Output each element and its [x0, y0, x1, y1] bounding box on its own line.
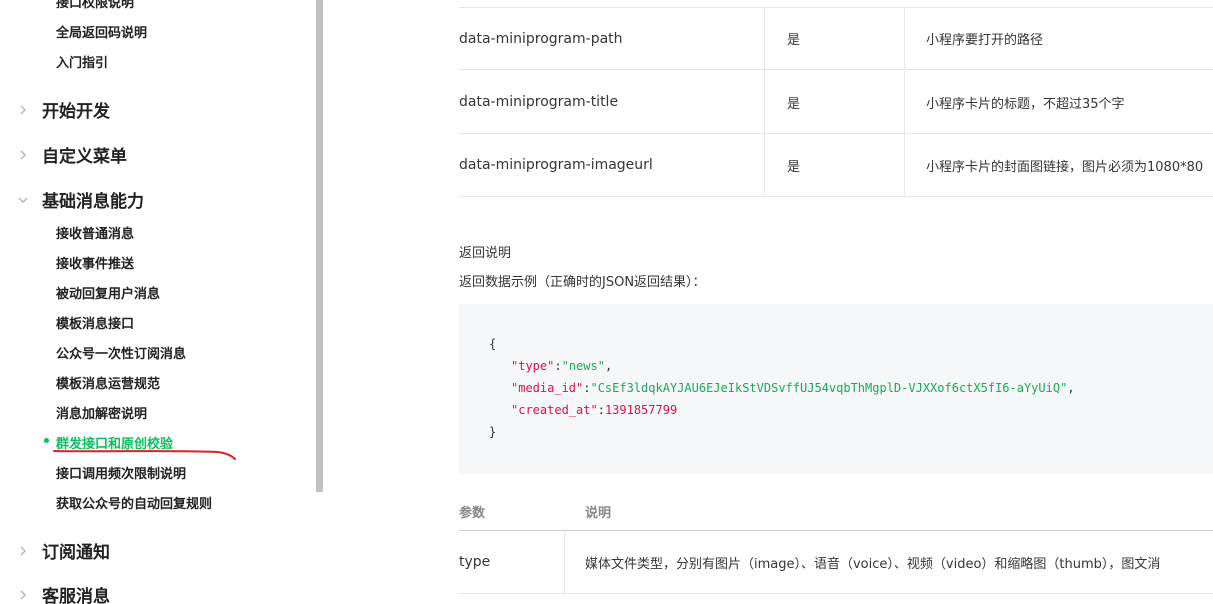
code-sep: : [554, 359, 562, 373]
code-sep: : [597, 403, 605, 417]
sidebar: 接口权限说明 全局返回码说明 入门指引 开始开发 自定义菜单 基础消息能力 接收… [0, 0, 316, 604]
active-indicator-dot [44, 438, 49, 443]
column-header-desc: 说明 [585, 506, 612, 521]
sidebar-category-basic-message[interactable]: 基础消息能力 [16, 187, 144, 212]
param-desc: 小程序卡片的标题，不超过35个字 [926, 96, 1125, 112]
json-code-block: { "type":"news", "media_id":"CsEf3ldqkAY… [459, 304, 1213, 474]
sidebar-category-customer-service[interactable]: 客服消息 [16, 582, 110, 604]
sidebar-category-label: 客服消息 [42, 587, 110, 604]
chevron-right-icon [16, 148, 30, 162]
table-row: data-miniprogram-path 是 小程序要打开的路径 [459, 7, 1213, 70]
param-name: data-miniprogram-imageurl [459, 134, 765, 196]
sidebar-category-subscribe-notify[interactable]: 订阅通知 [16, 538, 110, 563]
sidebar-category-label: 基础消息能力 [42, 192, 144, 212]
response-param-desc: 媒体文件类型，分别有图片（image）、语音（voice）、视频（video）和… [585, 556, 1161, 572]
table-row: data-miniprogram-imageurl 是 小程序卡片的封面图链接，… [459, 134, 1213, 197]
return-example-label: 返回数据示例（正确时的JSON返回结果）： [459, 275, 706, 290]
sidebar-item-rate-limit[interactable]: 接口调用频次限制说明 [56, 463, 186, 482]
code-value: 1391857799 [604, 403, 678, 417]
sidebar-category-start-dev[interactable]: 开始开发 [16, 97, 110, 122]
param-required: 是 [765, 71, 905, 133]
sidebar-item-receive-event-push[interactable]: 接收事件推送 [56, 253, 134, 272]
sidebar-category-label: 订阅通知 [42, 543, 110, 563]
return-section-title: 返回说明 [459, 246, 512, 261]
code-open-brace: { [489, 337, 497, 351]
param-required: 是 [765, 8, 905, 69]
sidebar-category-label: 自定义菜单 [42, 147, 127, 167]
sidebar-item-passive-reply[interactable]: 被动回复用户消息 [56, 283, 160, 302]
code-tail: , [1067, 381, 1075, 395]
sidebar-item-template-msg-rules[interactable]: 模板消息运营规范 [56, 373, 160, 392]
param-name: data-miniprogram-title [459, 71, 765, 133]
param-required: 是 [765, 134, 905, 196]
sidebar-item-template-msg-api[interactable]: 模板消息接口 [56, 313, 134, 332]
sidebar-item-receive-normal-msg[interactable]: 接收普通消息 [56, 223, 134, 242]
sidebar-scrollbar[interactable] [316, 0, 323, 492]
param-name: data-miniprogram-path [459, 8, 765, 69]
param-desc: 小程序卡片的封面图链接，图片必须为1080*80 [926, 159, 1204, 175]
sidebar-item-api-permission[interactable]: 接口权限说明 [56, 0, 134, 11]
chevron-right-icon [16, 544, 30, 558]
sidebar-category-custom-menu[interactable]: 自定义菜单 [16, 142, 127, 167]
code-close-brace: } [489, 425, 497, 439]
red-underline-annotation [53, 450, 236, 460]
code-line-created-at: "created_at":1391857799 [511, 403, 677, 417]
code-key: "created_at" [511, 403, 598, 417]
code-key: "media_id" [511, 381, 584, 395]
response-param-name: type [459, 531, 565, 593]
sidebar-item-one-time-subscribe[interactable]: 公众号一次性订阅消息 [56, 343, 186, 362]
sidebar-category-label: 开始开发 [42, 102, 110, 122]
code-value: "news" [561, 359, 605, 373]
sidebar-item-getting-started[interactable]: 入门指引 [56, 52, 108, 71]
main-content: data-miniprogram-path 是 小程序要打开的路径 data-m… [459, 0, 1213, 604]
chevron-down-icon [16, 193, 30, 207]
response-table-header: 参数 说明 [459, 490, 1213, 531]
sidebar-item-global-return-codes[interactable]: 全局返回码说明 [56, 22, 147, 41]
sidebar-item-auto-reply-rules[interactable]: 获取公众号的自动回复规则 [56, 493, 212, 512]
code-tail: , [604, 359, 613, 373]
code-value: "CsEf3ldqkAYJAU6EJeIkStVDSvffUJ54vqbThMg… [590, 381, 1068, 395]
param-desc: 小程序要打开的路径 [926, 33, 1044, 48]
code-line-type: "type":"news", [511, 359, 612, 373]
table-row: type 媒体文件类型，分别有图片（image）、语音（voice）、视频（vi… [459, 531, 1213, 594]
chevron-right-icon [16, 103, 30, 117]
column-header-param: 参数 [459, 506, 486, 521]
table-row: data-miniprogram-title 是 小程序卡片的标题，不超过35个… [459, 71, 1213, 134]
sidebar-item-msg-encryption[interactable]: 消息加解密说明 [56, 403, 147, 422]
code-key: "type" [511, 359, 555, 373]
code-line-media-id: "media_id":"CsEf3ldqkAYJAU6EJeIkStVDSvff… [511, 381, 1075, 395]
chevron-right-icon [16, 588, 30, 602]
